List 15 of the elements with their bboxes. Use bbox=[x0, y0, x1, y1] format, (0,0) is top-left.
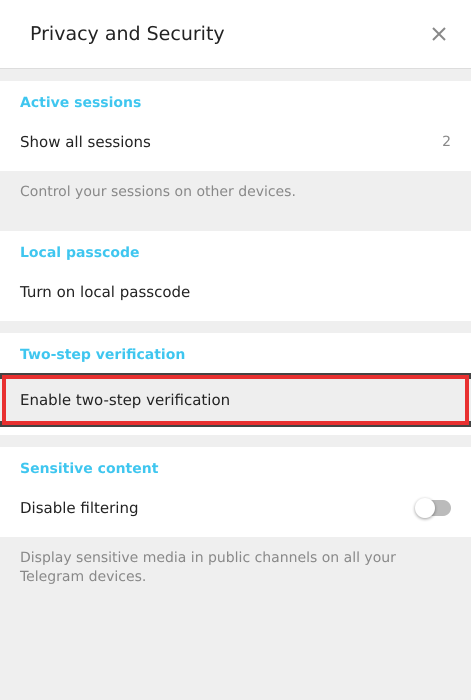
session-count: 2 bbox=[442, 134, 451, 150]
section-header: Two-step verification bbox=[19, 346, 186, 365]
row-label: Disable filtering bbox=[20, 498, 138, 517]
row-label: Enable two-step verification bbox=[20, 390, 230, 409]
section-note: Control your sessions on other devices. bbox=[19, 183, 297, 202]
window-title: Privacy and Security bbox=[30, 23, 225, 45]
toggle-switch[interactable] bbox=[417, 500, 451, 516]
close-icon[interactable] bbox=[431, 26, 447, 42]
settings-row[interactable]: Enable two-step verification bbox=[0, 372, 471, 427]
row-label: Turn on local passcode bbox=[20, 282, 190, 301]
section-header: Sensitive content bbox=[19, 460, 160, 479]
section-header: Local passcode bbox=[19, 244, 141, 263]
section-note: Display sensitive media in public channels on all your Telegram devices. bbox=[19, 548, 397, 588]
section-header: Active sessions bbox=[19, 95, 142, 113]
row-label: Show all sessions bbox=[20, 133, 151, 151]
